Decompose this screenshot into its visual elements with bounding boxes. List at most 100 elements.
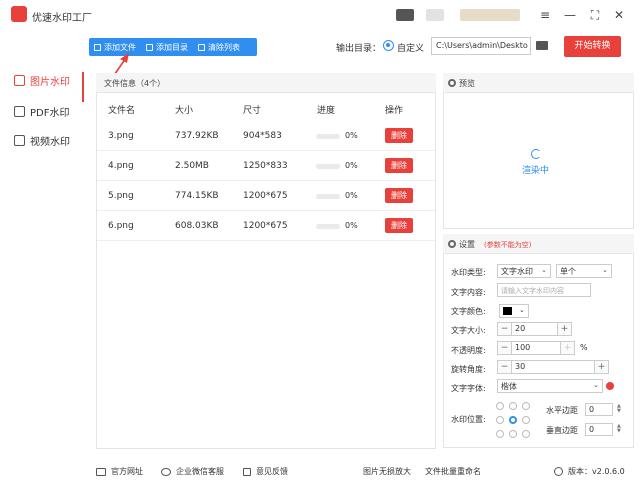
opacity-unit: % <box>580 343 588 352</box>
v-margin-label: 垂直边距 <box>546 426 578 435</box>
app-logo <box>11 6 27 22</box>
file-size: 774.15KB <box>175 191 219 201</box>
feedback-link[interactable]: 意见反馈 <box>243 466 288 477</box>
wechat-service-link[interactable]: 企业微信客服 <box>161 466 224 477</box>
close-icon[interactable]: ✕ <box>612 8 626 22</box>
sidebar-item-video-watermark[interactable]: 视频水印 <box>0 126 86 154</box>
output-path-field[interactable]: C:\Users\admin\Deskto <box>431 37 531 55</box>
user-avatar[interactable] <box>396 9 414 21</box>
delete-button[interactable]: 删除 <box>385 128 413 143</box>
add-folder-button[interactable]: 添加目录 <box>141 38 193 56</box>
delete-button[interactable]: 删除 <box>385 188 413 203</box>
rename-label: 文件批量重命名 <box>425 467 481 476</box>
file-size: 2.50MB <box>175 161 209 171</box>
clear-list-label: 清除列表 <box>208 42 240 52</box>
minimize-icon[interactable]: — <box>563 8 577 22</box>
file-name: 4.png <box>108 161 134 171</box>
v-margin-spinner-icon[interactable]: ▲ ▼ <box>617 424 621 434</box>
browse-folder-icon[interactable] <box>536 41 548 50</box>
col-size: 大小 <box>175 106 194 116</box>
table-row: 6.png 608.03KB 1200*675 0% 删除 <box>97 211 435 241</box>
sidebar-item-pdf-watermark[interactable]: PDF水印 <box>0 97 86 125</box>
position-middle-right[interactable] <box>522 416 530 424</box>
menu-icon[interactable]: ≡ <box>538 8 552 22</box>
opacity-value[interactable]: 100 <box>511 342 561 354</box>
lossless-enlarge-link[interactable]: 图片无损放大 <box>363 466 411 477</box>
rotation-value[interactable]: 30 <box>511 361 595 373</box>
font-size-value[interactable]: 20 <box>511 323 558 335</box>
chevron-down-icon: ⌄ <box>593 381 599 389</box>
preview-status: 渲染中 <box>522 166 550 176</box>
text-content-input[interactable]: 请输入文字水印内容 <box>497 283 591 297</box>
batch-rename-link[interactable]: 文件批量重命名 <box>425 466 481 477</box>
image-icon <box>14 74 25 86</box>
h-margin-input[interactable]: 0 <box>585 403 613 416</box>
version-info[interactable]: 版本：v2.0.6.0 <box>554 466 625 477</box>
minus-icon[interactable]: − <box>498 361 511 373</box>
sidebar-item-label: PDF水印 <box>30 107 70 119</box>
start-convert-button[interactable]: 开始转换 <box>564 36 621 57</box>
feedback-icon <box>243 467 251 476</box>
position-bottom-left[interactable] <box>496 430 504 438</box>
layout-select[interactable]: 单个 ⌄ <box>556 264 612 278</box>
version-label: 版本：v2.0.6.0 <box>568 467 625 476</box>
position-bottom-right[interactable] <box>522 430 530 438</box>
file-name: 5.png <box>108 191 134 201</box>
maximize-icon[interactable]: ⛶ <box>588 8 602 22</box>
progress-bar <box>316 164 340 169</box>
color-swatch <box>503 307 512 315</box>
website-link[interactable]: 官方网址 <box>96 466 143 477</box>
position-center[interactable] <box>509 416 517 424</box>
video-icon <box>14 134 25 146</box>
text-content-label: 文字内容: <box>451 288 486 297</box>
preview-title: 预览 <box>459 79 475 88</box>
progress-text: 0% <box>345 191 358 200</box>
file-dimensions: 1250*833 <box>243 161 288 171</box>
delete-button[interactable]: 删除 <box>385 158 413 173</box>
warning-icon <box>606 382 614 390</box>
file-panel-header: 文件信息（4个） <box>96 73 436 93</box>
minus-icon[interactable]: − <box>498 323 511 335</box>
text-color-picker[interactable]: ⌄ <box>499 304 529 318</box>
progress-text: 0% <box>345 221 358 230</box>
account-banner[interactable] <box>460 9 520 21</box>
rotation-stepper[interactable]: − 30 + <box>497 360 609 374</box>
font-size-stepper[interactable]: − 20 + <box>497 322 572 336</box>
position-top-right[interactable] <box>522 402 530 410</box>
clear-list-button[interactable]: 清除列表 <box>193 38 245 56</box>
chevron-down-icon: ⌄ <box>541 266 547 274</box>
v-margin-input[interactable]: 0 <box>585 423 613 436</box>
position-bottom-center[interactable] <box>509 430 517 438</box>
col-filename: 文件名 <box>108 106 136 116</box>
h-margin-label: 水平边距 <box>546 406 578 415</box>
plus-icon[interactable]: + <box>561 342 574 354</box>
plus-icon[interactable]: + <box>595 361 608 373</box>
custom-radio[interactable] <box>383 40 394 51</box>
font-select[interactable]: 楷体 ⌄ <box>497 379 603 393</box>
folder-icon <box>146 43 153 51</box>
progress-bar <box>316 194 340 199</box>
h-margin-spinner-icon[interactable]: ▲ ▼ <box>617 404 621 414</box>
minus-icon[interactable]: − <box>498 342 511 354</box>
watermark-type-value: 文字水印 <box>501 267 533 276</box>
settings-note: (参数不能为空) <box>484 241 532 249</box>
progress-bar <box>316 134 340 139</box>
sidebar-item-label: 视频水印 <box>30 136 70 148</box>
position-top-left[interactable] <box>496 402 504 410</box>
position-top-center[interactable] <box>509 402 517 410</box>
loading-spinner-icon <box>531 149 541 159</box>
custom-radio-label: 自定义 <box>397 44 425 54</box>
position-middle-left[interactable] <box>496 416 504 424</box>
opacity-stepper[interactable]: − 100 + <box>497 341 575 355</box>
output-dir-label: 输出目录： <box>336 44 382 54</box>
plus-icon[interactable]: + <box>558 323 571 335</box>
file-panel-title: 文件信息（4个） <box>104 79 166 88</box>
font-label: 文字字体: <box>451 384 486 393</box>
progress-bar <box>316 224 340 229</box>
delete-button[interactable]: 删除 <box>385 218 413 233</box>
watermark-type-select[interactable]: 文字水印 ⌄ <box>497 264 551 278</box>
settings-header: 设置 (参数不能为空) <box>443 234 634 254</box>
font-value: 楷体 <box>501 382 517 391</box>
gear-icon <box>448 240 456 248</box>
sidebar-item-image-watermark[interactable]: 图片水印 <box>0 66 86 94</box>
